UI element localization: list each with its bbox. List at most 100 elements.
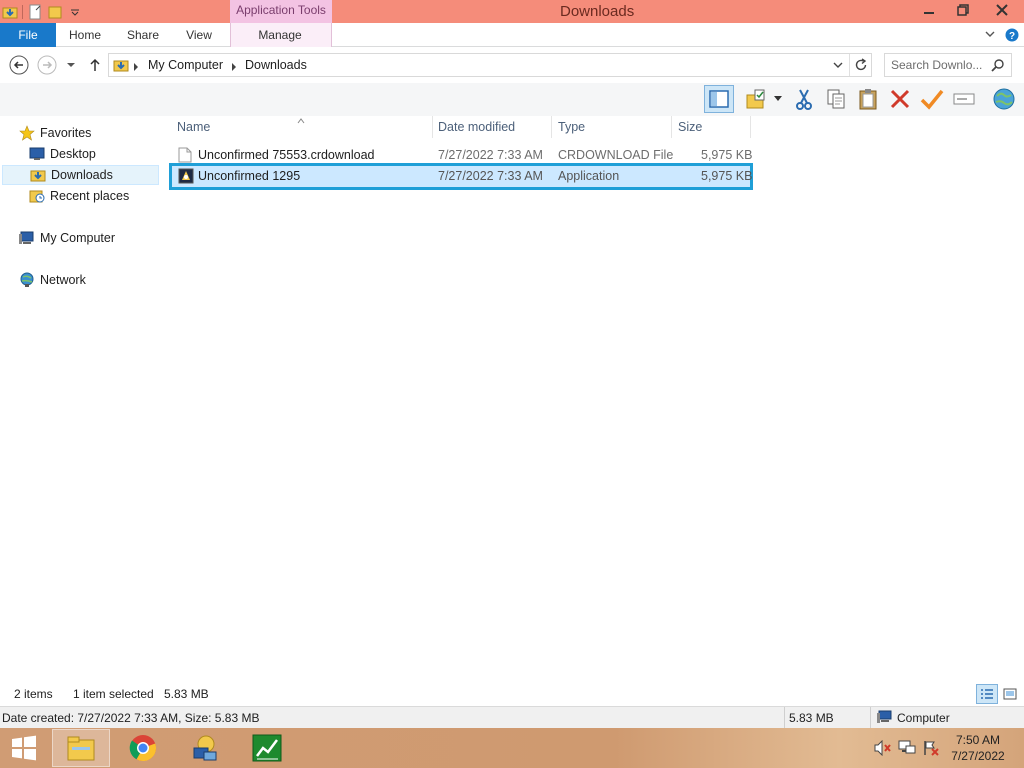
column-separator[interactable] [750,116,751,138]
start-button[interactable] [0,729,48,767]
nav-network-label: Network [40,273,86,287]
qat-dropdown-icon[interactable] [67,4,83,20]
file-name: Unconfirmed 75553.crdownload [198,148,375,162]
file-date-modified: 7/27/2022 7:33 AM [438,148,543,162]
properties-icon[interactable] [27,4,43,20]
column-separator[interactable] [671,116,672,138]
help-icon[interactable]: ? [1004,23,1020,47]
nav-recent-places-label: Recent places [50,189,130,203]
file-date-modified: 7/27/2022 7:33 AM [438,169,543,183]
up-button[interactable] [84,54,106,76]
recent-places-icon [28,188,46,204]
breadcrumb-chevron-icon[interactable] [231,60,237,74]
recent-locations-icon[interactable] [62,54,80,76]
rename-icon[interactable] [950,85,978,113]
nav-network[interactable]: Network [18,270,175,290]
forward-button[interactable] [36,54,58,76]
breadcrumb-chevron-icon[interactable] [133,60,139,74]
ribbon-expand-icon[interactable] [982,23,998,47]
taskbar-chrome[interactable] [114,729,172,767]
toolbar-dropdown-icon[interactable] [770,85,786,113]
nav-favorites[interactable]: Favorites [18,123,175,143]
selection-details: Date created: 7/27/2022 7:33 AM, Size: 5… [2,711,260,725]
file-list: Name Date modified Type Size Unconfirmed… [169,113,1024,682]
status-bar: 2 items 1 item selected 5.83 MB [0,682,1024,706]
selection-count: 1 item selected [73,687,154,701]
nav-desktop[interactable]: Desktop [28,144,156,164]
large-icons-view-icon[interactable] [1000,684,1020,704]
column-header-size[interactable]: Size [678,116,702,138]
column-separator[interactable] [432,116,433,138]
tab-home[interactable]: Home [62,23,108,47]
checkmark-icon[interactable] [918,85,946,113]
system-clock[interactable]: 7:50 AM 7/27/2022 [948,732,1008,764]
command-toolbar [0,83,1024,116]
cut-icon[interactable] [790,85,818,113]
tab-view[interactable]: View [176,23,222,47]
computer-icon [18,230,36,246]
details-view-icon[interactable] [976,684,998,704]
column-separator[interactable] [551,116,552,138]
application-icon [178,168,194,189]
nav-my-computer[interactable]: My Computer [18,228,175,248]
downloads-folder-icon [29,167,47,183]
file-row[interactable]: Unconfirmed 75553.crdownload 7/27/2022 7… [172,145,752,168]
breadcrumb-downloads[interactable]: Downloads [245,54,307,76]
properties-folder-icon[interactable] [742,85,770,113]
computer-icon [877,710,893,727]
paste-icon[interactable] [854,85,882,113]
preview-pane-icon[interactable] [704,85,734,113]
back-button[interactable] [8,54,30,76]
nav-recent-places[interactable]: Recent places [28,186,156,206]
breadcrumb-my-computer[interactable]: My Computer [148,54,223,76]
nav-my-computer-label: My Computer [40,231,116,245]
window-title: Downloads [560,3,635,20]
address-bar[interactable]: My Computer Downloads [108,53,872,77]
details-size: 5.83 MB [789,711,834,725]
clock-date: 7/27/2022 [951,749,1005,763]
taskbar-file-explorer[interactable] [52,729,110,767]
ribbon-tabs: File Home Share View Manage ? [0,23,1024,47]
quick-access-toolbar [2,2,83,22]
selection-size: 5.83 MB [164,687,209,701]
details-bar: Date created: 7/27/2022 7:33 AM, Size: 5… [0,706,1024,728]
close-button[interactable] [982,0,1022,20]
tab-manage[interactable]: Manage [250,23,310,47]
address-dropdown-icon[interactable] [833,59,843,73]
search-box[interactable] [884,53,1012,77]
taskbar-network-app[interactable] [176,729,234,767]
column-header-name[interactable]: Name [177,116,210,138]
delete-icon[interactable] [886,85,914,113]
nav-downloads[interactable]: Downloads [2,165,159,185]
network-icon [18,272,36,288]
address-separator [849,54,850,76]
volume-muted-icon[interactable] [874,739,892,759]
copy-icon[interactable] [822,85,850,113]
file-row-selected[interactable]: Unconfirmed 1295 7/27/2022 7:33 AM Appli… [169,163,753,190]
file-generic-icon [178,147,192,168]
item-count: 2 items [14,687,53,701]
taskbar-stock-app[interactable] [238,729,296,767]
search-input[interactable] [891,57,987,73]
qat-separator [22,5,23,19]
minimize-button[interactable] [912,0,946,20]
tab-file[interactable]: File [0,23,56,47]
action-center-flag-icon[interactable] [922,740,940,759]
network-tray-icon[interactable] [898,740,916,759]
nav-downloads-label: Downloads [51,168,113,182]
nav-desktop-label: Desktop [50,147,96,161]
globe-icon[interactable] [990,85,1018,113]
svg-text:?: ? [1009,31,1015,42]
tab-share[interactable]: Share [120,23,166,47]
refresh-icon[interactable] [854,58,868,75]
search-icon[interactable] [991,58,1005,75]
restore-button[interactable] [946,0,980,20]
explorer-icon[interactable] [2,4,18,20]
navigation-pane: Favorites Desktop Downloads Recent place… [0,116,160,682]
column-header-type[interactable]: Type [558,116,585,138]
details-separator [870,707,871,728]
title-bar: Application Tools Downloads [0,0,1024,23]
column-header-date-modified[interactable]: Date modified [438,116,515,138]
sort-ascending-icon [297,113,305,127]
new-folder-icon[interactable] [47,4,63,20]
